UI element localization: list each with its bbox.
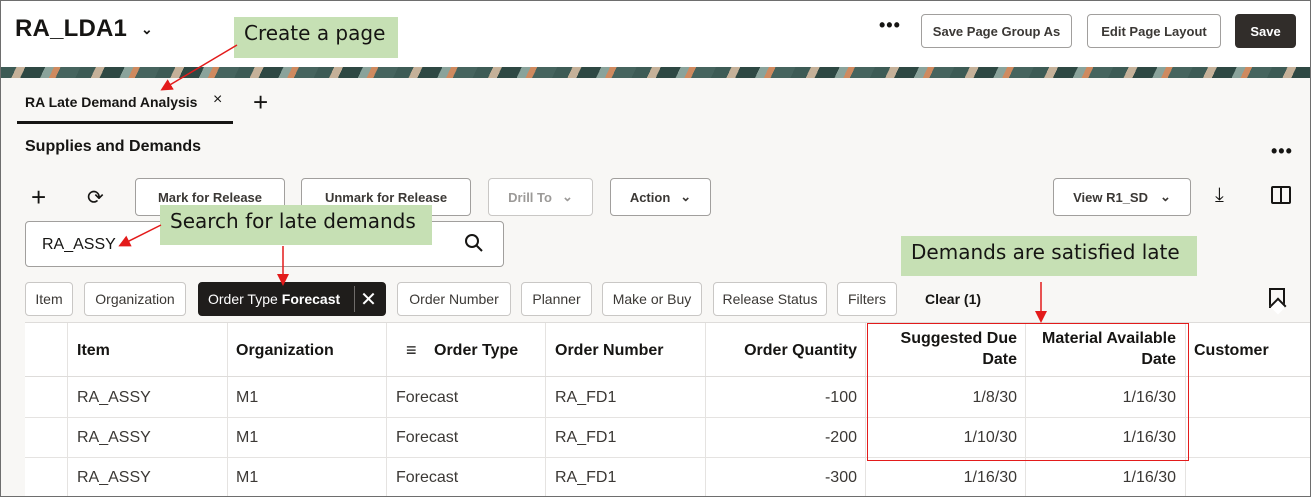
app-header: RA_LDA1 ⌄ ••• Save Page Group As Edit Pa… <box>1 1 1310 67</box>
header-order-type[interactable]: Order Type <box>434 342 518 360</box>
filter-chip-order-type[interactable]: Order Type Forecast ✕ <box>198 282 386 316</box>
bookmark-icon[interactable] <box>1269 288 1285 308</box>
header-organization[interactable]: Organization <box>236 342 334 360</box>
annotation-search-late: Search for late demands <box>160 205 432 245</box>
cell-item: RA_ASSY <box>77 389 151 406</box>
decorative-banner <box>1 67 1310 78</box>
tab-bar: RA Late Demand Analysis × + <box>1 78 1310 128</box>
cell-suggested-due: 1/16/30 <box>963 469 1017 486</box>
chevron-down-icon[interactable]: ⌄ <box>141 21 153 38</box>
order-type-chip-name: Order Type <box>208 291 278 307</box>
refresh-icon[interactable]: ⟳ <box>87 185 104 210</box>
view-selector-button[interactable]: View R1_SD ⌄ <box>1053 178 1191 216</box>
cell-organization: M1 <box>236 429 259 446</box>
more-actions-icon[interactable]: ••• <box>879 15 901 36</box>
drill-to-label: Drill To <box>508 189 552 205</box>
header-order-number[interactable]: Order Number <box>555 342 663 360</box>
page-title: RA_LDA1 <box>15 15 128 42</box>
header-customer[interactable]: Customer <box>1194 342 1269 360</box>
cell-item: RA_ASSY <box>77 429 151 446</box>
close-icon[interactable]: × <box>213 91 222 109</box>
cell-order-type: Forecast <box>396 469 459 486</box>
filter-chip-planner[interactable]: Planner <box>521 282 592 316</box>
annotation-satisfied-late: Demands are satisfied late <box>901 236 1197 276</box>
action-button[interactable]: Action ⌄ <box>610 178 711 216</box>
cell-order-type: Forecast <box>396 429 459 446</box>
view-label: View R1_SD <box>1073 189 1148 205</box>
cell-material-available: 1/16/30 <box>1122 469 1176 486</box>
cell-quantity: -300 <box>824 469 857 486</box>
filter-chip-organization[interactable]: Organization <box>84 282 186 316</box>
filter-chip-order-number[interactable]: Order Number <box>397 282 511 316</box>
section-more-icon[interactable]: ••• <box>1271 141 1293 162</box>
chevron-down-icon: ⌄ <box>680 189 692 204</box>
cell-order-type: Forecast <box>396 389 459 406</box>
chevron-down-icon: ⌄ <box>1160 189 1171 204</box>
clear-filters-link[interactable]: Clear (1) <box>925 291 981 307</box>
save-page-group-as-button[interactable]: Save Page Group As <box>921 14 1072 48</box>
remove-filter-icon[interactable]: ✕ <box>354 286 382 312</box>
cell-order-number: RA_FD1 <box>555 429 617 446</box>
section-title: Supplies and Demands <box>25 138 202 155</box>
sort-filter-icon[interactable]: ≡ <box>406 340 417 361</box>
filter-chip-item[interactable]: Item <box>25 282 73 316</box>
table-row[interactable]: RA_ASSY M1 Forecast RA_FD1 -300 1/16/30 … <box>25 458 1310 496</box>
add-tab-icon[interactable]: + <box>253 87 268 118</box>
highlight-box-dates <box>867 323 1189 461</box>
action-label: Action <box>629 189 671 205</box>
search-value: RA_ASSY <box>42 236 116 253</box>
chevron-down-icon: ⌄ <box>561 189 573 204</box>
header-item[interactable]: Item <box>77 342 110 360</box>
download-icon[interactable]: ⤓ <box>1215 184 1224 207</box>
add-icon[interactable]: + <box>31 182 46 213</box>
unmark-label: Unmark for Release <box>324 189 448 205</box>
filter-chip-release-status[interactable]: Release Status <box>713 282 827 316</box>
annotation-create-page: Create a page <box>234 17 398 58</box>
tab-ra-late-demand-analysis[interactable]: RA Late Demand Analysis <box>25 94 197 110</box>
save-button[interactable]: Save <box>1235 14 1296 48</box>
cell-organization: M1 <box>236 389 259 406</box>
active-tab-indicator <box>17 121 233 124</box>
filters-button[interactable]: Filters <box>837 282 897 316</box>
cell-quantity: -200 <box>824 429 857 446</box>
drill-to-button[interactable]: Drill To ⌄ <box>488 178 593 216</box>
filter-chip-make-or-buy[interactable]: Make or Buy <box>602 282 702 316</box>
cell-quantity: -100 <box>824 389 857 406</box>
split-view-icon[interactable] <box>1271 186 1291 204</box>
cell-item: RA_ASSY <box>77 469 151 486</box>
cell-order-number: RA_FD1 <box>555 389 617 406</box>
edit-page-layout-button[interactable]: Edit Page Layout <box>1087 14 1221 48</box>
cell-organization: M1 <box>236 469 259 486</box>
order-type-chip-value: Forecast <box>281 291 341 307</box>
screenshot-frame: RA_LDA1 ⌄ ••• Save Page Group As Edit Pa… <box>0 0 1311 497</box>
header-order-quantity[interactable]: Order Quantity <box>715 342 857 360</box>
search-icon[interactable] <box>464 233 484 253</box>
cell-order-number: RA_FD1 <box>555 469 617 486</box>
